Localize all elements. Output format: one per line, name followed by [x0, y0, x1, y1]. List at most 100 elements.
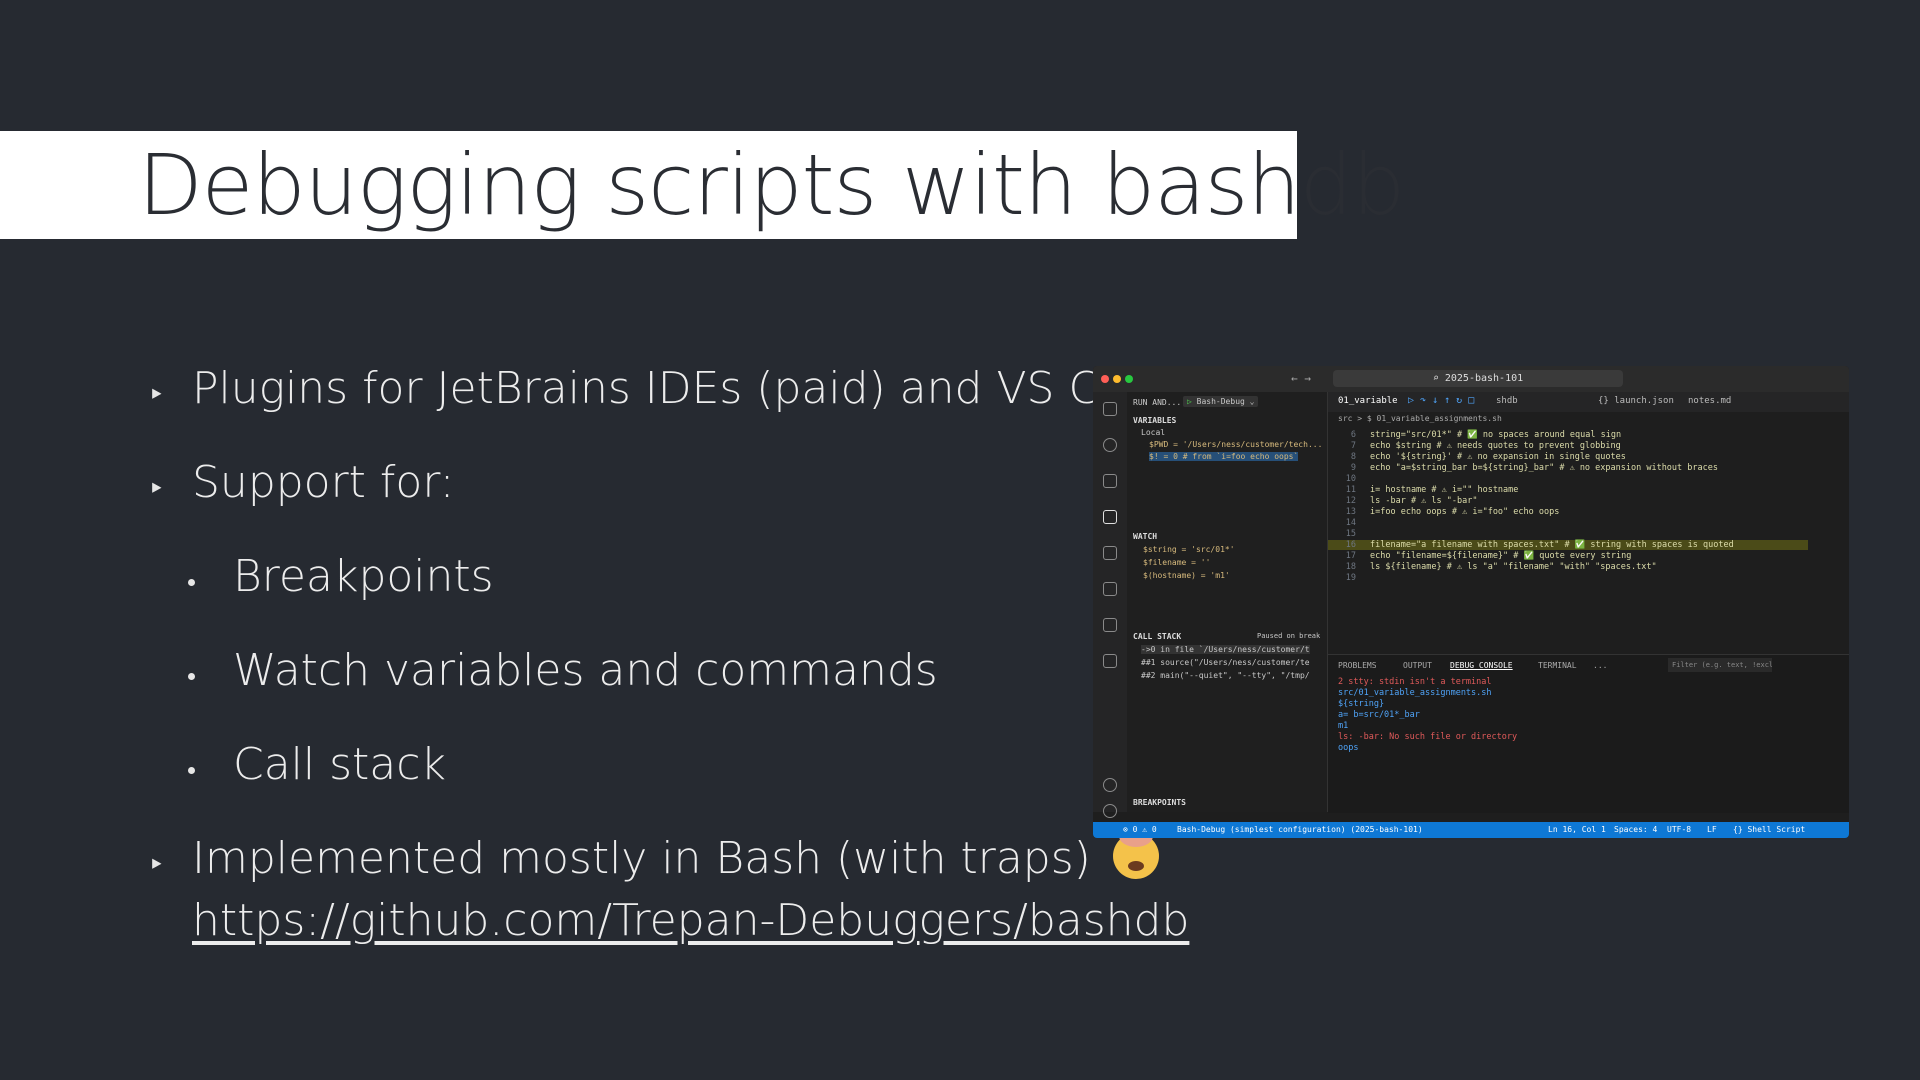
vscode-screenshot: ← → ⌕ 2025-bash-101 RUN AND... ▷ Bash-De… — [1093, 366, 1849, 838]
code-text: echo $string # ⚠ needs quotes to prevent… — [1370, 441, 1621, 451]
debug-sidebar: RUN AND... ▷ Bash-Debug ⌄ VARIABLES Loca… — [1127, 392, 1328, 812]
sidebar-header: RUN AND... — [1133, 398, 1182, 407]
search-icon — [1103, 438, 1117, 452]
code-line: 8 echo '${string}' # ⚠ no expansion in si… — [1328, 452, 1626, 462]
sub-bullet-breakpoints: Breakpoints — [233, 551, 494, 602]
line-number: 10 — [1345, 474, 1356, 484]
console-line: src/01_variable_assignments.sh — [1338, 688, 1492, 698]
terminal-icon — [1103, 654, 1117, 668]
filter-input: Filter (e.g. text, !exclu... — [1668, 658, 1772, 672]
code-line: 11 i= hostname # ⚠ i="" hostname — [1328, 485, 1519, 495]
watch-row: $string = 'src/01*' — [1143, 545, 1235, 554]
bullet-marker: ‣ — [148, 848, 165, 881]
testing-icon — [1103, 582, 1117, 596]
code-text: string="src/01*" # ✅ no spaces around eq… — [1370, 430, 1622, 440]
debug-status: Bash-Debug (simplest configuration) (202… — [1177, 825, 1423, 834]
play-icon: ▷ — [1187, 397, 1192, 406]
sub-bullet-dot — [188, 579, 195, 586]
code-line: 6 string="src/01*" # ✅ no spaces around e… — [1328, 430, 1621, 440]
back-arrow-icon: ← → — [1291, 372, 1311, 385]
close-dot-icon — [1101, 375, 1109, 383]
problems-count: ⊗ 0 ⚠ 0 — [1123, 825, 1157, 834]
line-number: 13 — [1345, 507, 1356, 517]
exploding-head-emoji — [1112, 825, 1159, 879]
variable-row: $PWD = '/Users/ness/customer/tech... — [1149, 440, 1323, 449]
line-number: 7 — [1350, 441, 1356, 451]
explorer-icon — [1103, 402, 1117, 416]
code-text: ls ${filename} # ⚠ ls "a" "filename" "wi… — [1370, 562, 1657, 572]
command-center-search: ⌕ 2025-bash-101 — [1333, 370, 1623, 387]
stack-frame: ##2 main("--quiet", "--tty", "/tmp/ — [1141, 671, 1310, 680]
variable-row: $! = 0 # from `i=foo echo oops` — [1149, 452, 1299, 461]
bullet-marker: ‣ — [148, 472, 165, 505]
line-number: 19 — [1345, 573, 1356, 583]
console-line: m1 — [1338, 721, 1349, 731]
sub-bullet-callstack: Call stack — [233, 739, 446, 790]
code-line: 13 i=foo echo oops # ⚠ i="foo" echo oops — [1328, 507, 1560, 517]
run-debug-icon — [1103, 510, 1117, 524]
console-line: 2 stty: stdin isn't a terminal — [1338, 677, 1492, 687]
tab-notes: notes.md — [1688, 396, 1732, 406]
code-text: echo "filename=${filename}" # ✅ quote ev… — [1370, 551, 1632, 561]
paused-label: Paused on break — [1257, 632, 1321, 640]
watch-row: $filename = '' — [1143, 558, 1211, 567]
bashdb-link[interactable]: https://github.com/Trepan-Debuggers/bash… — [192, 895, 1189, 946]
indent-spaces: Spaces: 4 — [1614, 825, 1658, 834]
code-text: ls -bar # ⚠ ls "-bar" — [1370, 496, 1478, 506]
sub-bullet-watch: Watch variables and commands — [233, 645, 938, 696]
line-number: 15 — [1345, 529, 1356, 539]
cursor-position: Ln 16, Col 1 — [1548, 825, 1606, 834]
stack-frame: ##1 source("/Users/ness/customer/te — [1141, 658, 1310, 667]
line-number: 12 — [1345, 496, 1356, 506]
line-number: 17 — [1345, 551, 1356, 561]
code-line: 14 — [1328, 518, 1370, 528]
code-text: filename="a filename with spaces.txt" # … — [1370, 540, 1734, 550]
line-number: 16 — [1345, 540, 1356, 550]
console-line: ${string} — [1338, 699, 1385, 709]
extensions-icon — [1103, 546, 1117, 560]
code-line: 10 — [1328, 474, 1370, 484]
variables-title: VARIABLES — [1133, 416, 1177, 425]
callstack-title: CALL STACK — [1133, 632, 1182, 641]
code-line: 18 ls ${filename} # ⚠ ls "a" "filename" "… — [1328, 562, 1657, 572]
console-line: a= b=src/01*_bar — [1338, 710, 1420, 720]
bullet-marker: ‣ — [148, 378, 165, 411]
code-line: 9 echo "a=$string_bar b=${string}_bar" # … — [1328, 463, 1718, 473]
window-titlebar: ← → ⌕ 2025-bash-101 — [1093, 366, 1849, 392]
console-line: ls: -bar: No such file or directory — [1338, 732, 1518, 742]
code-line: 7 echo $string # ⚠ needs quotes to preven… — [1328, 441, 1621, 451]
local-scope: Local — [1141, 428, 1166, 437]
bullet-plugins: Plugins for JetBrains IDEs (paid) and VS… — [192, 363, 1182, 414]
bullet-implemented: Implemented mostly in Bash (with traps) — [192, 825, 1159, 884]
tab-debug-console: DEBUG CONSOLE — [1450, 661, 1513, 670]
bottom-panel: PROBLEMS OUTPUT DEBUG CONSOLE TERMINAL .… — [1328, 654, 1849, 813]
remote-icon — [1103, 618, 1117, 632]
source-control-icon — [1103, 474, 1117, 488]
debug-toolbar: ▷ ↷ ↓ ↑ ↻ □ — [1408, 395, 1475, 406]
code-text: echo "a=$string_bar b=${string}_bar" # ⚠… — [1370, 463, 1718, 473]
bullet-support: Support for: — [192, 457, 455, 508]
line-number: 14 — [1345, 518, 1356, 528]
tab-output: OUTPUT — [1403, 661, 1432, 670]
tab-bashdb: shdb — [1496, 396, 1518, 406]
code-text: i=foo echo oops # ⚠ i="foo" echo oops — [1370, 507, 1560, 517]
line-number: 6 — [1350, 430, 1356, 440]
encoding: UTF-8 — [1667, 825, 1692, 834]
line-number: 18 — [1345, 562, 1356, 572]
line-number: 9 — [1350, 463, 1356, 473]
watch-title: WATCH — [1133, 532, 1158, 541]
breadcrumb: src > $ 01_variable_assignments.sh — [1338, 414, 1502, 423]
breakpoints-title: BREAKPOINTS — [1133, 798, 1186, 807]
tab-launch-json: {} launch.json — [1598, 396, 1674, 406]
minimize-dot-icon — [1113, 375, 1121, 383]
eol: LF — [1707, 825, 1717, 834]
console-line: oops — [1338, 743, 1359, 753]
editor-tabs: 01_variable ▷ ↷ ↓ ↑ ↻ □ shdb {} launch.j… — [1328, 392, 1849, 412]
gear-icon — [1103, 804, 1117, 818]
bullet-implemented-text: Implemented mostly in Bash (with traps) — [192, 833, 1091, 884]
stack-frame: ->0 in file `/Users/ness/customer/t — [1141, 645, 1310, 654]
line-number: 8 — [1350, 452, 1356, 462]
language-mode: {} Shell Script — [1733, 825, 1806, 834]
tab-terminal: TERMINAL — [1538, 661, 1577, 670]
code-text: echo '${string}' # ⚠ no expansion in sin… — [1370, 452, 1626, 462]
